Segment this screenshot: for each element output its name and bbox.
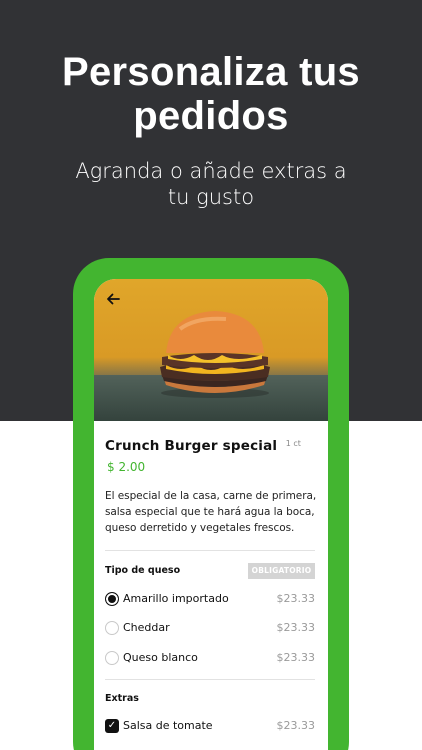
product-title: Crunch Burger special — [105, 438, 278, 454]
extra-option-salsa-tomate[interactable]: ✓ Salsa de tomate $23.33 — [105, 718, 315, 736]
phone-screen: Crunch Burger special 1 ct $ 2.00 El esp… — [94, 279, 328, 750]
cheese-option-queso-blanco[interactable]: Queso blanco $23.33 — [105, 650, 315, 668]
option-price: $23.33 — [276, 621, 316, 634]
checkbox-checked-icon[interactable]: ✓ — [105, 719, 119, 733]
arrow-left-glyph — [107, 293, 120, 305]
cheese-option-amarillo[interactable]: Amarillo importado $23.33 — [105, 591, 315, 609]
divider — [105, 679, 315, 680]
option-label: Queso blanco — [123, 651, 198, 664]
subheadline: Agranda o añade extras a tu gusto — [75, 159, 347, 209]
cheese-option-cheddar[interactable]: Cheddar $23.33 — [105, 620, 315, 638]
arrow-left-icon[interactable] — [106, 291, 124, 309]
product-unit: 1 ct — [285, 439, 301, 448]
required-badge: OBLIGATORIO — [248, 563, 315, 579]
product-title-row: Crunch Burger special 1 ct — [105, 437, 317, 457]
option-label: Cheddar — [123, 621, 170, 634]
divider — [105, 550, 315, 551]
option-price: $23.33 — [276, 719, 316, 732]
option-price: $23.33 — [276, 651, 316, 664]
option-label: Salsa de tomate — [123, 719, 213, 732]
radio-unselected-icon[interactable] — [105, 651, 119, 665]
extras-section-title: Extras — [105, 693, 139, 704]
product-description: El especial de la casa, carne de primera… — [105, 490, 317, 534]
option-price: $23.33 — [276, 592, 316, 605]
product-price: $ 2.00 — [107, 460, 146, 474]
radio-unselected-icon[interactable] — [105, 621, 119, 635]
cheese-section-title: Tipo de queso — [105, 565, 181, 576]
headline: Personaliza tus pedidos — [62, 50, 360, 138]
burger-illustration — [160, 311, 270, 398]
radio-selected-icon[interactable] — [105, 592, 119, 606]
option-label: Amarillo importado — [123, 592, 229, 605]
product-photo — [94, 279, 328, 421]
